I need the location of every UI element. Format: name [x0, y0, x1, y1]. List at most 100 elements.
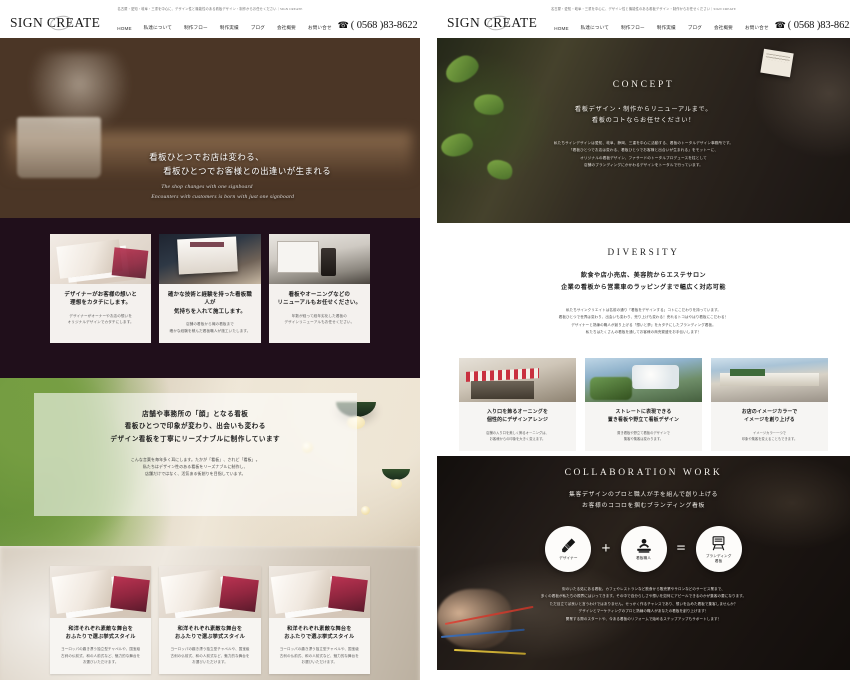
- site-header-right: 名古屋・愛知・岐阜・三重を中心に、デザイン性と機能性のある看板デザイン・制作から…: [437, 0, 850, 38]
- diversity-card[interactable]: お店のイメージカラーで イメージを創り上げる イメージカラー一つで 印象や集客を…: [711, 358, 828, 451]
- concept-section-label: CONCEPT: [612, 80, 675, 90]
- storefront-renewal-photo: [268, 234, 370, 284]
- nav-item-contact[interactable]: お問い合せ: [302, 25, 338, 31]
- diversity-card[interactable]: 入り口を飾るオーニングを 個性的にデザインアレンジ 店舗の入り口を美しく飾るオー…: [459, 358, 576, 451]
- header-phone[interactable]: ☎ ( 0568 )83-8622: [338, 20, 418, 31]
- wedding-card-desc: ヨーロッパの趣き漂う独立型チャペルや、国宝級 古刹の仏前式、和の人前式など、魅力…: [279, 647, 359, 664]
- formula-label-designer: デザイナー: [559, 556, 578, 561]
- hero-heading-line1: 看板ひとつでお店は変わる、: [149, 153, 264, 162]
- awning-storefront-photo: [459, 358, 576, 402]
- feature-strip: デザイナーがお客様の想いと 理想をカタチにします。 デザイナーがオーナーやお店の…: [0, 218, 420, 378]
- wedding-card-desc: ヨーロッパの趣き漂う独立型チャペルや、国宝級 古刹の仏前式、和の人前式など、魅力…: [170, 647, 250, 664]
- site-logo-text: SIGN CREATE: [447, 15, 538, 30]
- diversity-card-row: 入り口を飾るオーニングを 個性的にデザインアレンジ 店舗の入り口を美しく飾るオー…: [437, 336, 850, 451]
- formula-item-craftsman: 看板職人: [620, 526, 667, 572]
- header-phone-number: ( 0568 )83-8622: [787, 20, 850, 31]
- nav-item-works[interactable]: 制作実績: [214, 25, 245, 31]
- left-page-screenshot: 名古屋・愛知・岐阜・三重を中心に、デザイン性と機能性のある看板デザイン・制作から…: [0, 0, 420, 680]
- brochure-photo: [50, 234, 152, 284]
- collaboration-section: COLLABORATION WORK 集客デザインのプロと職人が手を組んで創り上…: [437, 456, 850, 670]
- feature-card[interactable]: 確かな技術と経験を持った看板職人が 気持ちを入れて施工します。 店舗の看板から幟…: [159, 234, 261, 344]
- site-logo[interactable]: SIGN CREATE: [447, 13, 541, 33]
- diversity-card[interactable]: ストレートに表現できる 置き看板や野立て看板デザイン 置き看板や野立て看板のデザ…: [585, 358, 702, 451]
- diversity-card-body: 入り口を飾るオーニングを 個性的にデザインアレンジ 店舗の入り口を美しく飾るオー…: [459, 402, 576, 451]
- nav-item-company[interactable]: 会社概要: [271, 25, 302, 31]
- nav-item-about[interactable]: 私達について: [138, 25, 178, 31]
- collaboration-content: COLLABORATION WORK 集客デザインのプロと職人が手を組んで創り上…: [437, 456, 850, 623]
- header-phone[interactable]: ☎ ( 0568 )83-8622: [775, 20, 850, 31]
- hero-sub-en-line2: Encounters with customers is born with j…: [151, 194, 295, 200]
- feature-card-body: 確かな技術と経験を持った看板職人が 気持ちを入れて施工します。 店舗の看板から幟…: [159, 284, 260, 343]
- diversity-card-body: お店のイメージカラーで イメージを創り上げる イメージカラー一つで 印象や集客を…: [711, 402, 828, 451]
- nav-item-flow[interactable]: 制作フロー: [615, 25, 651, 31]
- wedding-brochure-photo: [159, 566, 261, 618]
- telephone-receiver-icon: ☎: [337, 20, 349, 30]
- header-tagline: 名古屋・愛知・岐阜・三重を中心に、デザイン性と機能性のある看板デザイン・制作から…: [117, 7, 303, 11]
- nav-item-blog[interactable]: ブログ: [245, 25, 271, 31]
- diversity-card-desc: 置き看板や野立て看板のデザインで 集客や集客は変わります。: [617, 431, 670, 441]
- green-heading: 店舗や事務所の「顔」となる看板 看板ひとつで印象が変わり、出会いも変わる デザイ…: [110, 411, 281, 443]
- feature-card-body: 看板やオーニングなどの リニューアルもお任せください。 年数が経って経年劣化した…: [269, 284, 370, 335]
- collaboration-heading: 集客デザインのプロと職人が手を組んで創り上げる お客様のココロを掴むブランディン…: [569, 492, 718, 509]
- formula-item-branding-sign: ブランディング 看板: [695, 526, 742, 572]
- wedding-card[interactable]: 和洋それぞれ素敵な舞台を おふたりで選ぶ挙式スタイル ヨーロッパの趣き漂う独立型…: [268, 566, 370, 675]
- light-bulb-icon: [361, 505, 371, 515]
- nav-item-home[interactable]: HOME: [548, 26, 574, 31]
- site-header-left: 名古屋・愛知・岐阜・三重を中心に、デザイン性と機能性のある看板デザイン・制作から…: [0, 0, 420, 38]
- color-facade-photo: [711, 358, 828, 402]
- plus-operator-icon: +: [601, 540, 611, 557]
- wedding-cards-section: 和洋それぞれ素敵な舞台を おふたりで選ぶ挙式スタイル ヨーロッパの趣き漂う独立型…: [0, 546, 420, 680]
- header-tagline: 名古屋・愛知・岐阜・三重を中心に、デザイン性と機能性のある看板デザイン・制作から…: [551, 7, 736, 11]
- nav-item-contact[interactable]: お問い合せ: [739, 25, 775, 31]
- feature-card-title: 看板やオーニングなどの リニューアルもお任せください。: [277, 292, 362, 307]
- feature-card-desc: 年数が経って経年劣化した看板の デザインリニューアルもお任せください。: [284, 313, 355, 325]
- formula-label-craftsman: 看板職人: [636, 555, 651, 560]
- diversity-section-label: DIVERSITY: [607, 247, 680, 257]
- a-frame-sign-icon: [712, 536, 725, 551]
- site-logo-text: SIGN CREATE: [10, 15, 101, 30]
- diversity-card-desc: イメージカラー一つで 印象や集客を変えることもできます。: [741, 431, 798, 441]
- wedding-card-title: 和洋それぞれ素敵な舞台を おふたりで選ぶ挙式スタイル: [284, 626, 355, 641]
- nav-item-company[interactable]: 会社概要: [708, 25, 739, 31]
- green-paragraph: こんな言葉を毎年多く耳にします。たかが「看板」、されど「看板」。 私たちはデザイ…: [130, 457, 260, 477]
- wedding-card[interactable]: 和洋それぞれ素敵な舞台を おふたりで選ぶ挙式スタイル ヨーロッパの趣き漂う独立型…: [50, 566, 152, 675]
- collaboration-section-label: COLLABORATION WORK: [564, 468, 723, 478]
- feature-card[interactable]: 看板やオーニングなどの リニューアルもお任せください。 年数が経って経年劣化した…: [268, 234, 370, 344]
- green-message-section: 店舗や事務所の「顔」となる看板 看板ひとつで印象が変わり、出会いも変わる デザイ…: [0, 378, 420, 546]
- wedding-card[interactable]: 和洋それぞれ素敵な舞台を おふたりで選ぶ挙式スタイル ヨーロッパの趣き漂う独立型…: [159, 566, 261, 675]
- wedding-brochure-photo: [50, 566, 152, 618]
- wedding-card-title: 和洋それぞれ素敵な舞台を おふたりで選ぶ挙式スタイル: [174, 626, 246, 641]
- nav-item-blog[interactable]: ブログ: [682, 25, 708, 31]
- nav-item-about[interactable]: 私達について: [575, 25, 615, 31]
- craftsman-icon: [636, 538, 651, 553]
- hero-sub-en-line1: The shop changes with one signboard: [161, 184, 253, 190]
- feature-card-row: デザイナーがお客様の想いと 理想をカタチにします。 デザイナーがオーナーやお店の…: [0, 218, 420, 344]
- equals-operator-icon: =: [676, 540, 686, 557]
- nav-item-home[interactable]: HOME: [111, 26, 137, 31]
- hero-foreground-objects: [16, 117, 101, 179]
- wedding-card-body: 和洋それぞれ素敵な舞台を おふたりで選ぶ挙式スタイル ヨーロッパの趣き漂う独立型…: [50, 618, 151, 674]
- wedding-card-body: 和洋それぞれ素敵な舞台を おふたりで選ぶ挙式スタイル ヨーロッパの趣き漂う独立型…: [269, 618, 370, 674]
- diversity-section: DIVERSITY 飲食や店小売店、美容院からエステサロン 企業の看板から営業車…: [437, 223, 850, 456]
- concept-paragraph: 私たちサインデザインは愛知、岐阜、静岡、三重を中心に活動する、看板のトータルデザ…: [553, 140, 734, 168]
- formula-item-designer: デザイナー: [545, 526, 592, 572]
- paint-brush-icon: [561, 538, 576, 553]
- green-message-panel: 店舗や事務所の「顔」となる看板 看板ひとつで印象が変わり、出会いも変わる デザイ…: [33, 393, 357, 516]
- diversity-heading: 飲食や店小売店、美容院からエステサロン 企業の看板から営業車のラッピングまで幅広…: [561, 273, 726, 291]
- diversity-card-body: ストレートに表現できる 置き看板や野立て看板デザイン 置き看板や野立て看板のデザ…: [585, 402, 702, 451]
- signboard-install-photo: [159, 234, 261, 284]
- nav-item-works[interactable]: 制作実績: [651, 25, 682, 31]
- nav-item-flow[interactable]: 制作フロー: [178, 25, 214, 31]
- wedding-card-desc: ヨーロッパの趣き漂う独立型チャペルや、国宝級 古刹の仏前式、和の人前式など、魅力…: [61, 647, 141, 664]
- feature-card[interactable]: デザイナーがお客様の想いと 理想をカタチにします。 デザイナーがオーナーやお店の…: [50, 234, 152, 344]
- diversity-card-title: ストレートに表現できる 置き看板や野立て看板デザイン: [607, 410, 680, 423]
- concept-heading: 看板デザイン・制作からリニューアルまで。 看板のコトならお任せください！: [574, 106, 713, 125]
- wedding-card-title: 和洋それぞれ素敵な舞台を おふたりで選ぶ挙式スタイル: [65, 626, 136, 641]
- site-logo[interactable]: SIGN CREATE: [10, 13, 104, 33]
- diversity-paragraph: 私たちサインクリエイトは名前の通り「看板をデザインする」コトにこだわりを持ってい…: [558, 308, 729, 334]
- wedding-card-row: 和洋それぞれ素敵な舞台を おふたりで選ぶ挙式スタイル ヨーロッパの趣き漂う独立型…: [0, 546, 420, 675]
- concept-section: CONCEPT 看板デザイン・制作からリニューアルまで。 看板のコトならお任せく…: [437, 38, 850, 223]
- wedding-card-body: 和洋それぞれ素敵な舞台を おふたりで選ぶ挙式スタイル ヨーロッパの趣き漂う独立型…: [159, 618, 260, 674]
- main-nav: HOME 私達について 制作フロー 制作実績 ブログ 会社概要 お問い合せ: [111, 25, 337, 31]
- formula-label-branding-sign: ブランディング 看板: [705, 553, 732, 563]
